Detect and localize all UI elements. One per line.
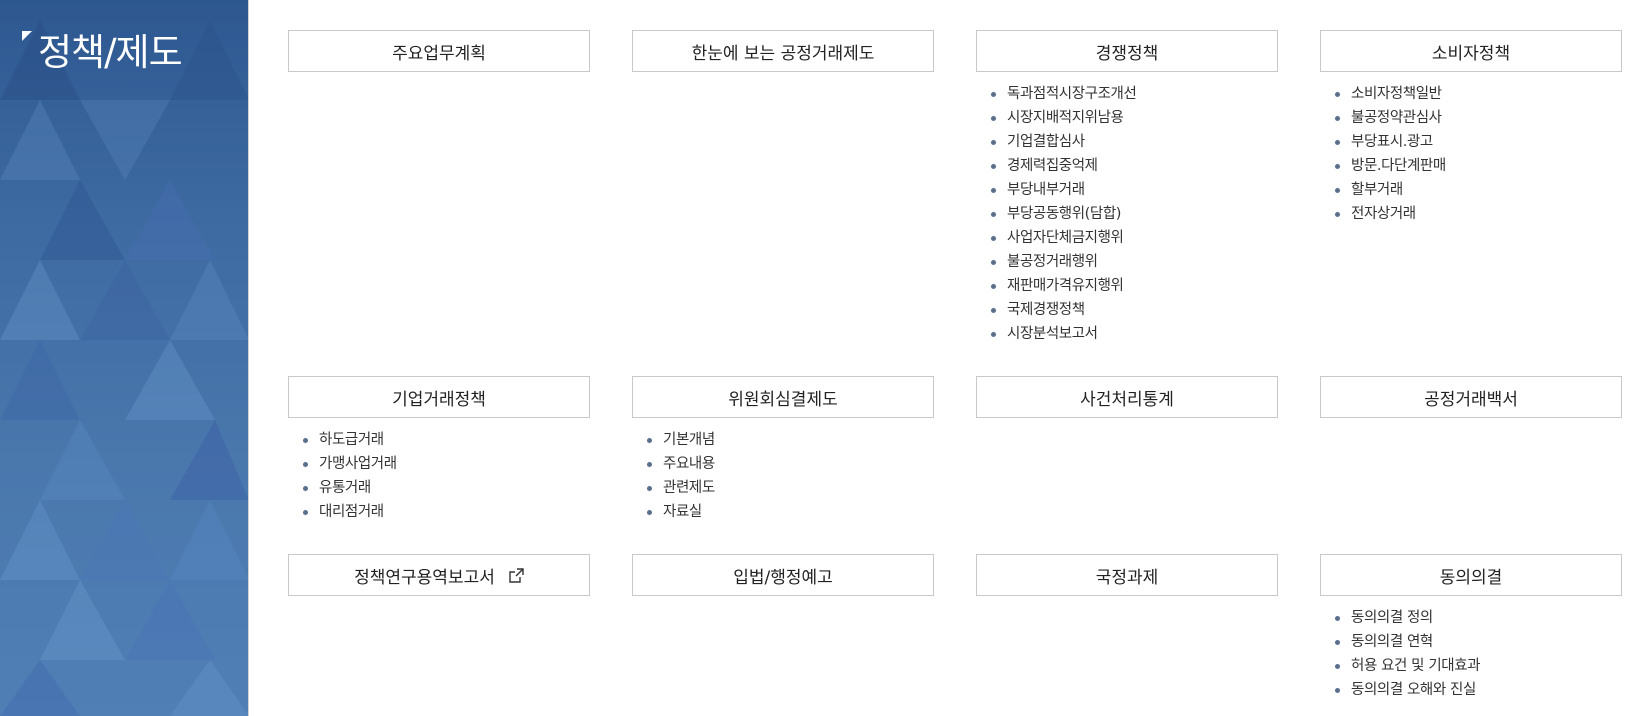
menu-title-button[interactable]: 정책연구용역보고서 <box>288 554 590 596</box>
menu-title-button[interactable]: 국정과제 <box>976 554 1278 596</box>
submenu-item[interactable]: 동의의결 연혁 <box>1333 630 1480 654</box>
submenu-item[interactable]: 주요내용 <box>645 452 715 476</box>
menu-title-label: 위원회심결제도 <box>728 389 838 410</box>
submenu-list: 소비자정책일반 불공정약관심사 부당표시.광고 방문.다단계판매 할부거래 전자상거래 <box>1333 82 1446 226</box>
submenu-item[interactable]: 하도급거래 <box>301 428 397 452</box>
submenu-item[interactable]: 관련제도 <box>645 476 715 500</box>
submenu-item[interactable]: 부당표시.광고 <box>1333 130 1446 154</box>
submenu-item[interactable]: 기업결합심사 <box>989 130 1136 154</box>
submenu-list: 독과점적시장구조개선 시장지배적지위남용 기업결합심사 경제력집중억제 부당내부거래 부당… <box>989 82 1137 346</box>
menu-title-label: 소비자정책 <box>1431 43 1511 64</box>
triangle-pattern <box>0 20 249 716</box>
submenu-item[interactable]: 불공정약관심사 <box>1333 106 1446 130</box>
submenu-item[interactable]: 가맹사업거래 <box>301 452 397 476</box>
submenu-item[interactable]: 유통거래 <box>301 476 397 500</box>
sidebar-panel: 정책/제도 <box>0 0 249 716</box>
menu-title-label: 동의의결 <box>1439 567 1503 588</box>
submenu-item[interactable]: 자료실 <box>645 500 715 524</box>
submenu-item[interactable]: 부당공동행위(담합) <box>989 202 1136 226</box>
menu-title-label: 기업거래정책 <box>392 389 486 410</box>
external-link-icon <box>509 567 524 583</box>
menu-title-label: 한눈에 보는 공정거래제도 <box>691 43 875 64</box>
submenu-item[interactable]: 재판매가격유지행위 <box>989 274 1136 298</box>
submenu-item[interactable]: 동의의결 오해와 진실 <box>1333 678 1480 702</box>
submenu-item[interactable]: 기본개념 <box>645 428 715 452</box>
menu-title-button[interactable]: 동의의결 <box>1320 554 1622 596</box>
menu-title-label: 사건처리통계 <box>1080 389 1174 410</box>
menu-title-label: 국정과제 <box>1095 567 1159 588</box>
menu-title-button[interactable]: 위원회심결제도 <box>632 376 934 418</box>
submenu-item[interactable]: 시장지배적지위남용 <box>989 106 1136 130</box>
menu-title-label: 입법/행정예고 <box>733 567 833 588</box>
submenu-item[interactable]: 동의의결 정의 <box>1333 606 1480 630</box>
submenu-item[interactable]: 경제력집중억제 <box>989 154 1136 178</box>
submenu-item[interactable]: 시장분석보고서 <box>989 322 1136 346</box>
submenu-item[interactable]: 방문.다단계판매 <box>1333 154 1446 178</box>
menu-title-label: 정책연구용역보고서 <box>354 567 495 588</box>
menu-title-button[interactable]: 소비자정책 <box>1320 30 1622 72</box>
menu-title-button[interactable]: 한눈에 보는 공정거래제도 <box>632 30 934 72</box>
submenu-item[interactable]: 독과점적시장구조개선 <box>989 82 1137 106</box>
submenu-item[interactable]: 소비자정책일반 <box>1333 82 1446 106</box>
menu-title-label: 주요업무계획 <box>392 43 486 64</box>
menu-title-label: 공정거래백서 <box>1424 389 1518 410</box>
submenu-item[interactable]: 전자상거래 <box>1333 202 1446 226</box>
menu-title-button[interactable]: 입법/행정예고 <box>632 554 934 596</box>
menu-title-button[interactable]: 공정거래백서 <box>1320 376 1622 418</box>
menu-title-label: 경쟁정책 <box>1095 43 1159 64</box>
submenu-item[interactable]: 대리점거래 <box>301 500 397 524</box>
page-title: 정책/제도 <box>38 31 183 74</box>
menu-title-button[interactable]: 사건처리통계 <box>976 376 1278 418</box>
submenu-item[interactable]: 허용 요건 및 기대효과 <box>1333 654 1480 678</box>
sidebar-divider <box>248 0 249 716</box>
menu-title-button[interactable]: 기업거래정책 <box>288 376 590 418</box>
submenu-item[interactable]: 불공정거래행위 <box>989 250 1136 274</box>
menu-title-button[interactable]: 경쟁정책 <box>976 30 1278 72</box>
menu-title-button[interactable]: 주요업무계획 <box>288 30 590 72</box>
submenu-item[interactable]: 부당내부거래 <box>989 178 1136 202</box>
submenu-item[interactable]: 할부거래 <box>1333 178 1446 202</box>
submenu-list: 하도급거래 가맹사업거래 유통거래 대리점거래 <box>301 428 397 524</box>
submenu-list: 동의의결 정의 동의의결 연혁 허용 요건 및 기대효과 동의의결 오해와 진실 <box>1333 606 1480 702</box>
corner-mark-icon <box>22 31 32 41</box>
submenu-list: 기본개념 주요내용 관련제도 자료실 <box>645 428 715 524</box>
submenu-item[interactable]: 사업자단체금지행위 <box>989 226 1136 250</box>
submenu-item[interactable]: 국제경쟁정책 <box>989 298 1136 322</box>
